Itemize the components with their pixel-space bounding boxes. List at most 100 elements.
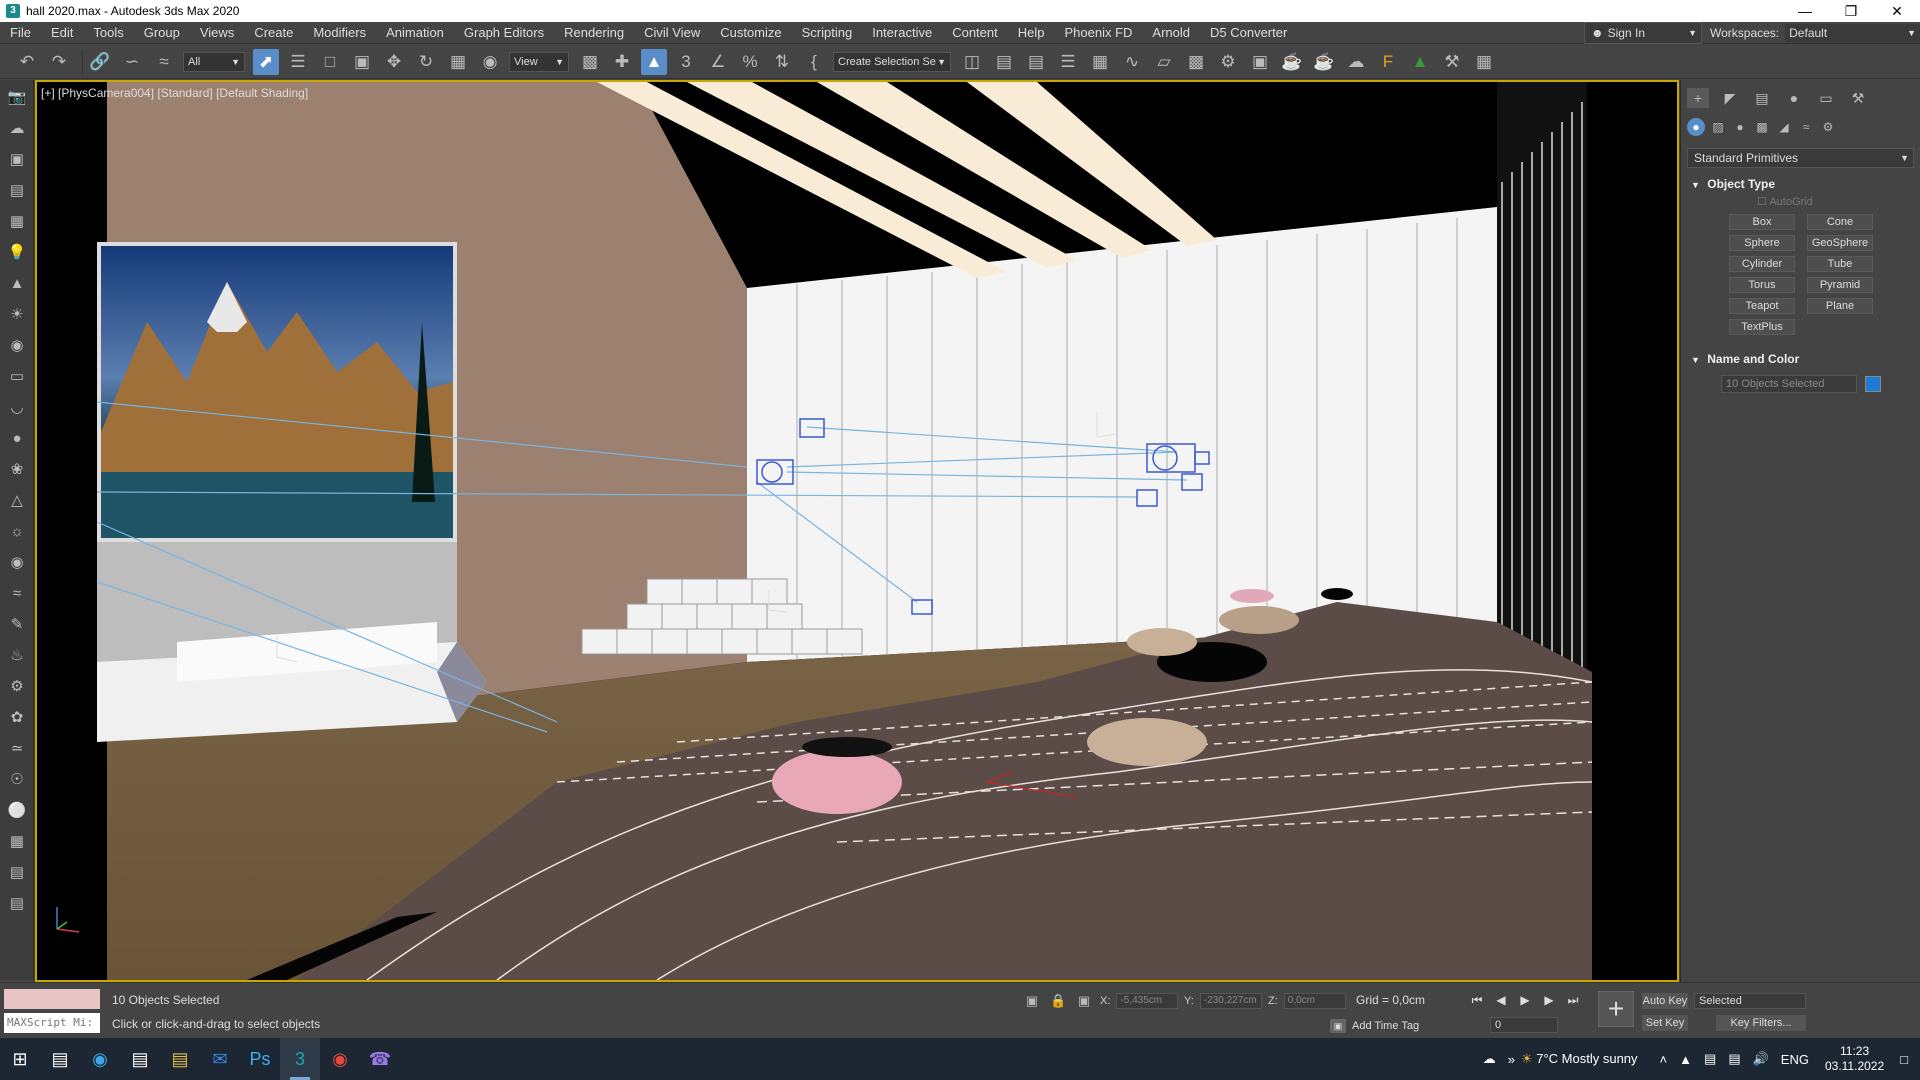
select-manipulate-icon[interactable]: ✚ [609,49,635,75]
rendered-frame-window-icon[interactable]: ▣ [1247,49,1273,75]
start-icon[interactable]: ⊞ [0,1038,40,1080]
object-name-field[interactable]: 10 Objects Selected [1721,375,1857,393]
menu-civil-view[interactable]: Civil View [634,25,710,40]
settings-icon[interactable]: ⚙ [5,675,29,699]
onedrive-icon[interactable]: ☁ [1483,1051,1496,1067]
converter-icon[interactable]: ▤ [5,861,29,885]
tools-icon[interactable]: ⚒ [1439,49,1465,75]
x-value-field[interactable]: -5,435cm [1116,993,1179,1009]
rotate-icon[interactable]: ↻ [413,49,439,75]
edit-named-selection-icon[interactable]: { [801,49,827,75]
grid-icon[interactable]: ▦ [5,210,29,234]
phoenix-fd-icon[interactable]: F [1375,49,1401,75]
viewport-label[interactable]: [+] [PhysCamera004] [Standard] [Default … [41,86,308,100]
restore-icon[interactable]: ❐ [1828,0,1874,22]
mail-icon[interactable]: ✉ [200,1038,240,1080]
weather-widget[interactable]: ☀ 7°C Mostly sunny [1521,1051,1638,1067]
image-icon[interactable]: ▣ [5,148,29,172]
window-crossing-icon[interactable]: ▣ [349,49,375,75]
next-frame-icon[interactable]: ▶ [1538,991,1560,1009]
scene-explorer-icon[interactable]: ▤ [1023,49,1049,75]
region-select-icon[interactable]: □ [317,49,343,75]
select-object-icon[interactable]: ⬈ [253,48,279,75]
expand-tray-icon[interactable]: » [1508,1052,1515,1067]
spinner-snap-icon[interactable]: ⇅ [769,49,795,75]
move-icon[interactable]: ✥ [381,49,407,75]
sign-in-button[interactable]: ☻ Sign In ▼ [1584,22,1702,44]
select-by-name-icon[interactable]: ☰ [285,49,311,75]
maxscript-mini-listener[interactable]: MAXScript Mi: [4,1013,100,1033]
material-editor-icon[interactable]: ▩ [1183,49,1209,75]
scale-icon[interactable]: ▦ [445,49,471,75]
name-color-header[interactable]: ▼ Name and Color [1687,349,1914,369]
spreadsheet-icon[interactable]: ▦ [1471,49,1497,75]
cameras-icon[interactable]: ▩ [1753,118,1771,136]
tree-icon[interactable]: ♨ [5,644,29,668]
pyramid-button[interactable]: Pyramid [1807,277,1873,293]
set-key-icon[interactable]: + [1598,991,1634,1027]
dome-light-icon[interactable]: ☀ [5,303,29,327]
tube-button[interactable]: Tube [1807,256,1873,272]
light-icon[interactable]: 💡 [5,241,29,265]
menu-interactive[interactable]: Interactive [862,25,942,40]
menu-modifiers[interactable]: Modifiers [303,25,376,40]
play-icon[interactable]: ▶ [1514,991,1536,1009]
store-icon[interactable]: ▤ [120,1038,160,1080]
document-icon[interactable]: ▤ [5,892,29,916]
menu-content[interactable]: Content [942,25,1008,40]
chrome-icon[interactable]: ◉ [320,1038,360,1080]
link-icon[interactable]: 🔗 [87,49,113,75]
teapot-button[interactable]: Teapot [1729,298,1795,314]
named-selection-dropdown[interactable]: Create Selection Se ▼ [833,51,951,72]
curve-editor-icon[interactable]: ∿ [1119,49,1145,75]
lights-icon[interactable]: ● [1731,118,1749,136]
sun-icon[interactable]: ☼ [5,520,29,544]
menu-group[interactable]: Group [134,25,190,40]
menu-create[interactable]: Create [244,25,303,40]
place-icon[interactable]: ◉ [477,49,503,75]
mesh-icon[interactable]: ▦ [5,830,29,854]
forest-pack-icon[interactable]: ▲ [1407,49,1433,75]
percent-snap-icon[interactable]: % [737,49,763,75]
menu-animation[interactable]: Animation [376,25,454,40]
language-indicator[interactable]: ENG [1781,1052,1809,1067]
pivot-center-icon[interactable]: ▩ [577,49,603,75]
brush-icon[interactable]: ✎ [5,613,29,637]
current-frame-field[interactable]: 0 [1490,1017,1558,1033]
modify-tab-icon[interactable]: ◤ [1719,88,1741,108]
helpers-icon[interactable]: ◢ [1775,118,1793,136]
menu-phoenix-fd[interactable]: Phoenix FD [1055,25,1143,40]
auto-key-button[interactable]: Auto Key [1642,993,1688,1009]
cone-light-icon[interactable]: △ [5,489,29,513]
add-time-tag[interactable]: ▣ Add Time Tag [1330,1019,1419,1033]
absolute-mode-icon[interactable]: ▣ [1076,993,1092,1009]
key-mode-dropdown[interactable]: Selected [1694,993,1806,1009]
menu-graph-editors[interactable]: Graph Editors [454,25,554,40]
camera-icon[interactable]: 📷 [5,86,29,110]
planet-icon[interactable]: ⚪ [5,799,29,823]
unlink-icon[interactable]: ∽ [119,49,145,75]
volume-icon[interactable]: 🔊 [1753,1051,1769,1067]
workspace-dropdown[interactable]: Default ▼ [1785,24,1920,42]
edge-icon[interactable]: ◉ [80,1038,120,1080]
notification-icon[interactable]: □ [1900,1052,1908,1067]
undo-icon[interactable]: ↶ [14,49,40,75]
menu-d5-converter[interactable]: D5 Converter [1200,25,1297,40]
autogrid-checkbox[interactable]: ☐ AutoGrid [1687,194,1914,210]
menu-file[interactable]: File [0,25,41,40]
go-to-start-icon[interactable]: ⏮ [1466,991,1488,1009]
systems-icon[interactable]: ⚙ [1819,118,1837,136]
chevron-up-icon[interactable]: ˄ [1660,1052,1668,1067]
menu-tools[interactable]: Tools [83,25,133,40]
orb-icon[interactable]: ◉ [5,551,29,575]
ribbon-toggle-icon[interactable]: ▦ [1087,49,1113,75]
hair-icon[interactable]: ≃ [5,737,29,761]
wave-icon[interactable]: ≈ [5,582,29,606]
primitive-category-dropdown[interactable]: Standard Primitives ▼ [1687,148,1914,168]
maxscript-listener-output[interactable] [4,989,100,1009]
tray-app-icon[interactable]: ▲ [1679,1052,1692,1067]
hierarchy-tab-icon[interactable]: ▤ [1751,88,1773,108]
menu-help[interactable]: Help [1008,25,1055,40]
key-filters-button[interactable]: Key Filters... [1716,1015,1806,1031]
hemisphere-icon[interactable]: ◡ [5,396,29,420]
